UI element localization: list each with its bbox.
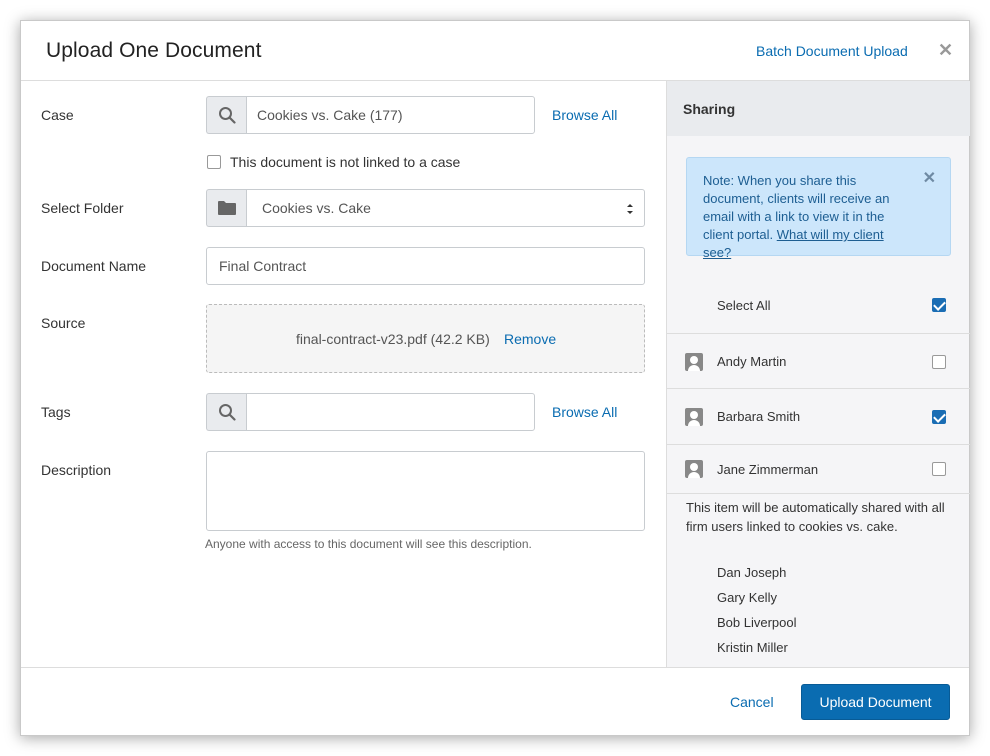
close-icon[interactable]: ✕ <box>923 170 936 188</box>
description-label: Description <box>41 462 112 478</box>
tags-input[interactable] <box>246 393 535 431</box>
contact-checkbox[interactable] <box>932 354 946 369</box>
modal-footer: Cancel Upload Document <box>21 667 969 735</box>
not-linked-checkbox[interactable] <box>207 155 221 169</box>
case-label: Case <box>41 107 74 123</box>
contact-name: Andy Martin <box>717 354 787 369</box>
contact-row[interactable]: Andy Martin <box>667 333 970 389</box>
case-input[interactable]: Cookies vs. Cake (177) <box>246 96 535 134</box>
select-all-row[interactable]: Select All <box>667 277 970 333</box>
description-textarea[interactable] <box>206 451 645 531</box>
upload-document-modal: Upload One Document Batch Document Uploa… <box>20 20 970 736</box>
contact-icon <box>685 407 703 426</box>
sharing-note: Note: When you share this document, clie… <box>686 157 951 260</box>
firm-user: Kristin Miller <box>717 640 788 655</box>
tags-browse-all-link[interactable]: Browse All <box>552 404 617 420</box>
sharing-header: Sharing <box>667 81 970 136</box>
firm-user: Dan Joseph <box>717 565 787 580</box>
contact-checkbox[interactable] <box>932 462 946 476</box>
firm-user: Bob Liverpool <box>717 615 797 630</box>
select-all-checkbox[interactable] <box>932 298 946 312</box>
remove-file-link[interactable]: Remove <box>504 331 556 347</box>
case-browse-all-link[interactable]: Browse All <box>552 107 617 123</box>
contact-row[interactable]: Jane Zimmerman <box>667 444 970 494</box>
contact-checkbox[interactable] <box>932 409 946 424</box>
sharing-title: Sharing <box>683 101 736 117</box>
folder-label: Select Folder <box>41 200 124 216</box>
source-file-name: final-contract-v23.pdf (42.2 KB) <box>296 331 490 347</box>
firm-user: Gary Kelly <box>717 590 777 605</box>
contact-name: Barbara Smith <box>717 409 801 424</box>
source-dropzone[interactable]: final-contract-v23.pdf (42.2 KB) Remove <box>206 304 645 373</box>
contact-name: Jane Zimmerman <box>717 461 819 477</box>
not-linked-label: This document is not linked to a case <box>230 154 461 170</box>
not-linked-option[interactable]: This document is not linked to a case <box>207 154 460 170</box>
tags-label: Tags <box>41 404 71 420</box>
description-hint: Anyone with access to this document will… <box>205 537 532 551</box>
source-label: Source <box>41 315 86 331</box>
folder-select[interactable]: Cookies vs. Cake <box>246 189 645 227</box>
tags-search-addon[interactable] <box>206 393 246 431</box>
cancel-button[interactable]: Cancel <box>730 694 774 710</box>
close-icon[interactable]: ✕ <box>938 40 953 61</box>
modal-title: Upload One Document <box>46 39 262 62</box>
auto-share-text: This item will be automatically shared w… <box>686 500 945 534</box>
folder-addon <box>206 189 246 227</box>
select-arrows-icon <box>627 204 633 214</box>
document-name-input[interactable]: Final Contract <box>206 247 645 285</box>
document-name-label: Document Name <box>41 258 147 274</box>
batch-upload-link[interactable]: Batch Document Upload <box>756 43 908 59</box>
search-icon <box>218 404 236 421</box>
sharing-panel: Sharing Note: When you share this docume… <box>666 81 970 667</box>
case-search-addon[interactable] <box>206 96 246 134</box>
modal-header: Upload One Document Batch Document Uploa… <box>21 21 969 81</box>
search-icon <box>218 107 236 124</box>
contact-row[interactable]: Barbara Smith <box>667 388 970 444</box>
contact-icon <box>685 352 703 371</box>
upload-form: Case Cookies vs. Cake (177) Browse All T… <box>21 81 666 667</box>
select-all-label: Select All <box>717 297 771 313</box>
folder-select-value: Cookies vs. Cake <box>262 200 371 216</box>
folder-icon <box>217 201 236 215</box>
contact-icon <box>685 460 703 478</box>
upload-document-button[interactable]: Upload Document <box>801 684 950 720</box>
